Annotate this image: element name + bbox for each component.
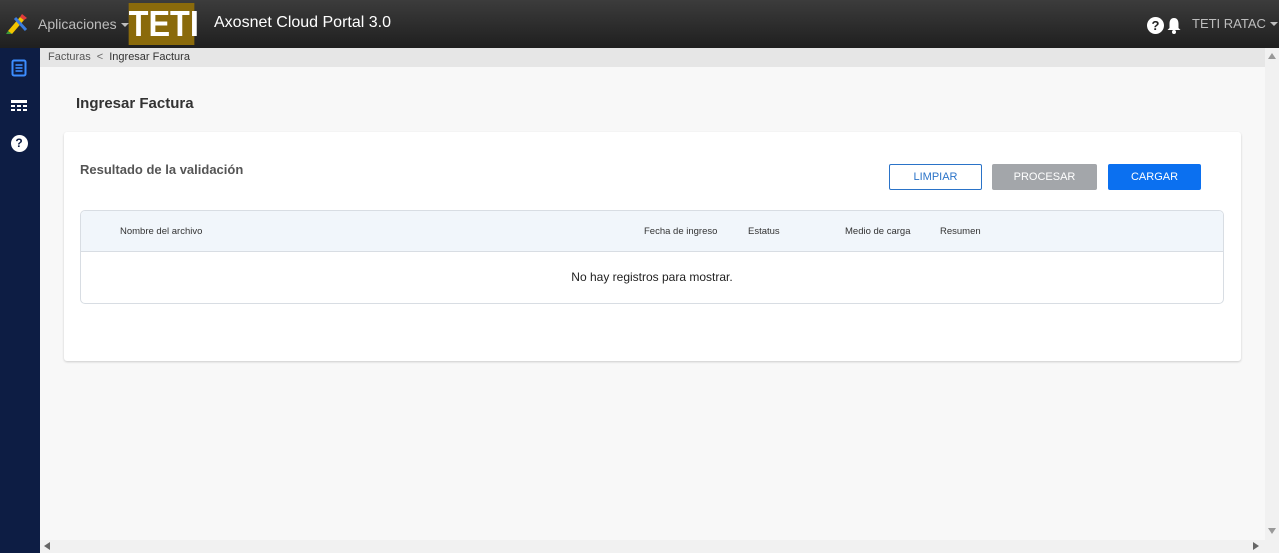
results-table: Nombre del archivo Fecha de ingreso Esta…	[80, 210, 1224, 304]
card-title: Resultado de la validación	[80, 162, 244, 177]
clear-button[interactable]: LIMPIAR	[889, 164, 982, 190]
sidebar-item-help[interactable]: ?	[8, 132, 30, 154]
help-icon: ?	[10, 134, 28, 152]
app-launcher-icon[interactable]	[6, 14, 28, 34]
apps-menu[interactable]: Aplicaciones	[38, 16, 129, 32]
scroll-up-icon[interactable]	[1268, 53, 1276, 59]
column-header-summary[interactable]: Resumen	[940, 226, 981, 237]
breadcrumb-separator: <	[96, 51, 104, 63]
apps-menu-label: Aplicaciones	[38, 16, 117, 32]
caret-down-icon	[1269, 22, 1278, 26]
user-menu[interactable]: TETI RATAC	[1192, 16, 1278, 31]
breadcrumb-current: Ingresar Factura	[109, 51, 190, 63]
top-bar: Aplicaciones TETI Axosnet Cloud Portal 3…	[0, 0, 1279, 48]
caret-down-icon	[120, 23, 129, 27]
user-menu-label: TETI RATAC	[1192, 16, 1266, 31]
horizontal-scrollbar[interactable]	[40, 540, 1279, 553]
scroll-down-icon[interactable]	[1268, 528, 1276, 534]
column-header-status[interactable]: Estatus	[748, 226, 780, 237]
column-header-upload-method[interactable]: Medio de carga	[845, 226, 910, 237]
brand-logo: TETI	[128, 3, 199, 45]
process-button[interactable]: PROCESAR	[992, 164, 1097, 190]
page-title: Ingresar Factura	[76, 95, 194, 112]
sidebar-item-table[interactable]	[8, 95, 30, 117]
portal-title: Axosnet Cloud Portal 3.0	[214, 14, 391, 31]
table-icon	[11, 100, 27, 111]
table-header: Nombre del archivo Fecha de ingreso Esta…	[81, 211, 1223, 252]
column-header-date[interactable]: Fecha de ingreso	[644, 226, 717, 237]
vertical-scrollbar[interactable]	[1265, 48, 1279, 540]
load-button[interactable]: CARGAR	[1108, 164, 1201, 190]
sidebar-item-invoices[interactable]	[8, 57, 30, 79]
help-icon[interactable]: ?	[1147, 17, 1164, 34]
bell-icon[interactable]	[1166, 17, 1182, 34]
column-header-filename[interactable]: Nombre del archivo	[120, 226, 202, 237]
scroll-right-icon[interactable]	[1253, 542, 1259, 550]
empty-message: No hay registros para mostrar.	[571, 270, 733, 284]
validation-card: Resultado de la validación LIMPIAR PROCE…	[64, 132, 1241, 361]
sidebar: ?	[0, 48, 40, 553]
document-icon	[11, 59, 27, 77]
breadcrumb-link-facturas[interactable]: Facturas	[48, 51, 91, 63]
scroll-left-icon[interactable]	[44, 542, 50, 550]
breadcrumb: Facturas < Ingresar Factura	[40, 48, 1265, 67]
